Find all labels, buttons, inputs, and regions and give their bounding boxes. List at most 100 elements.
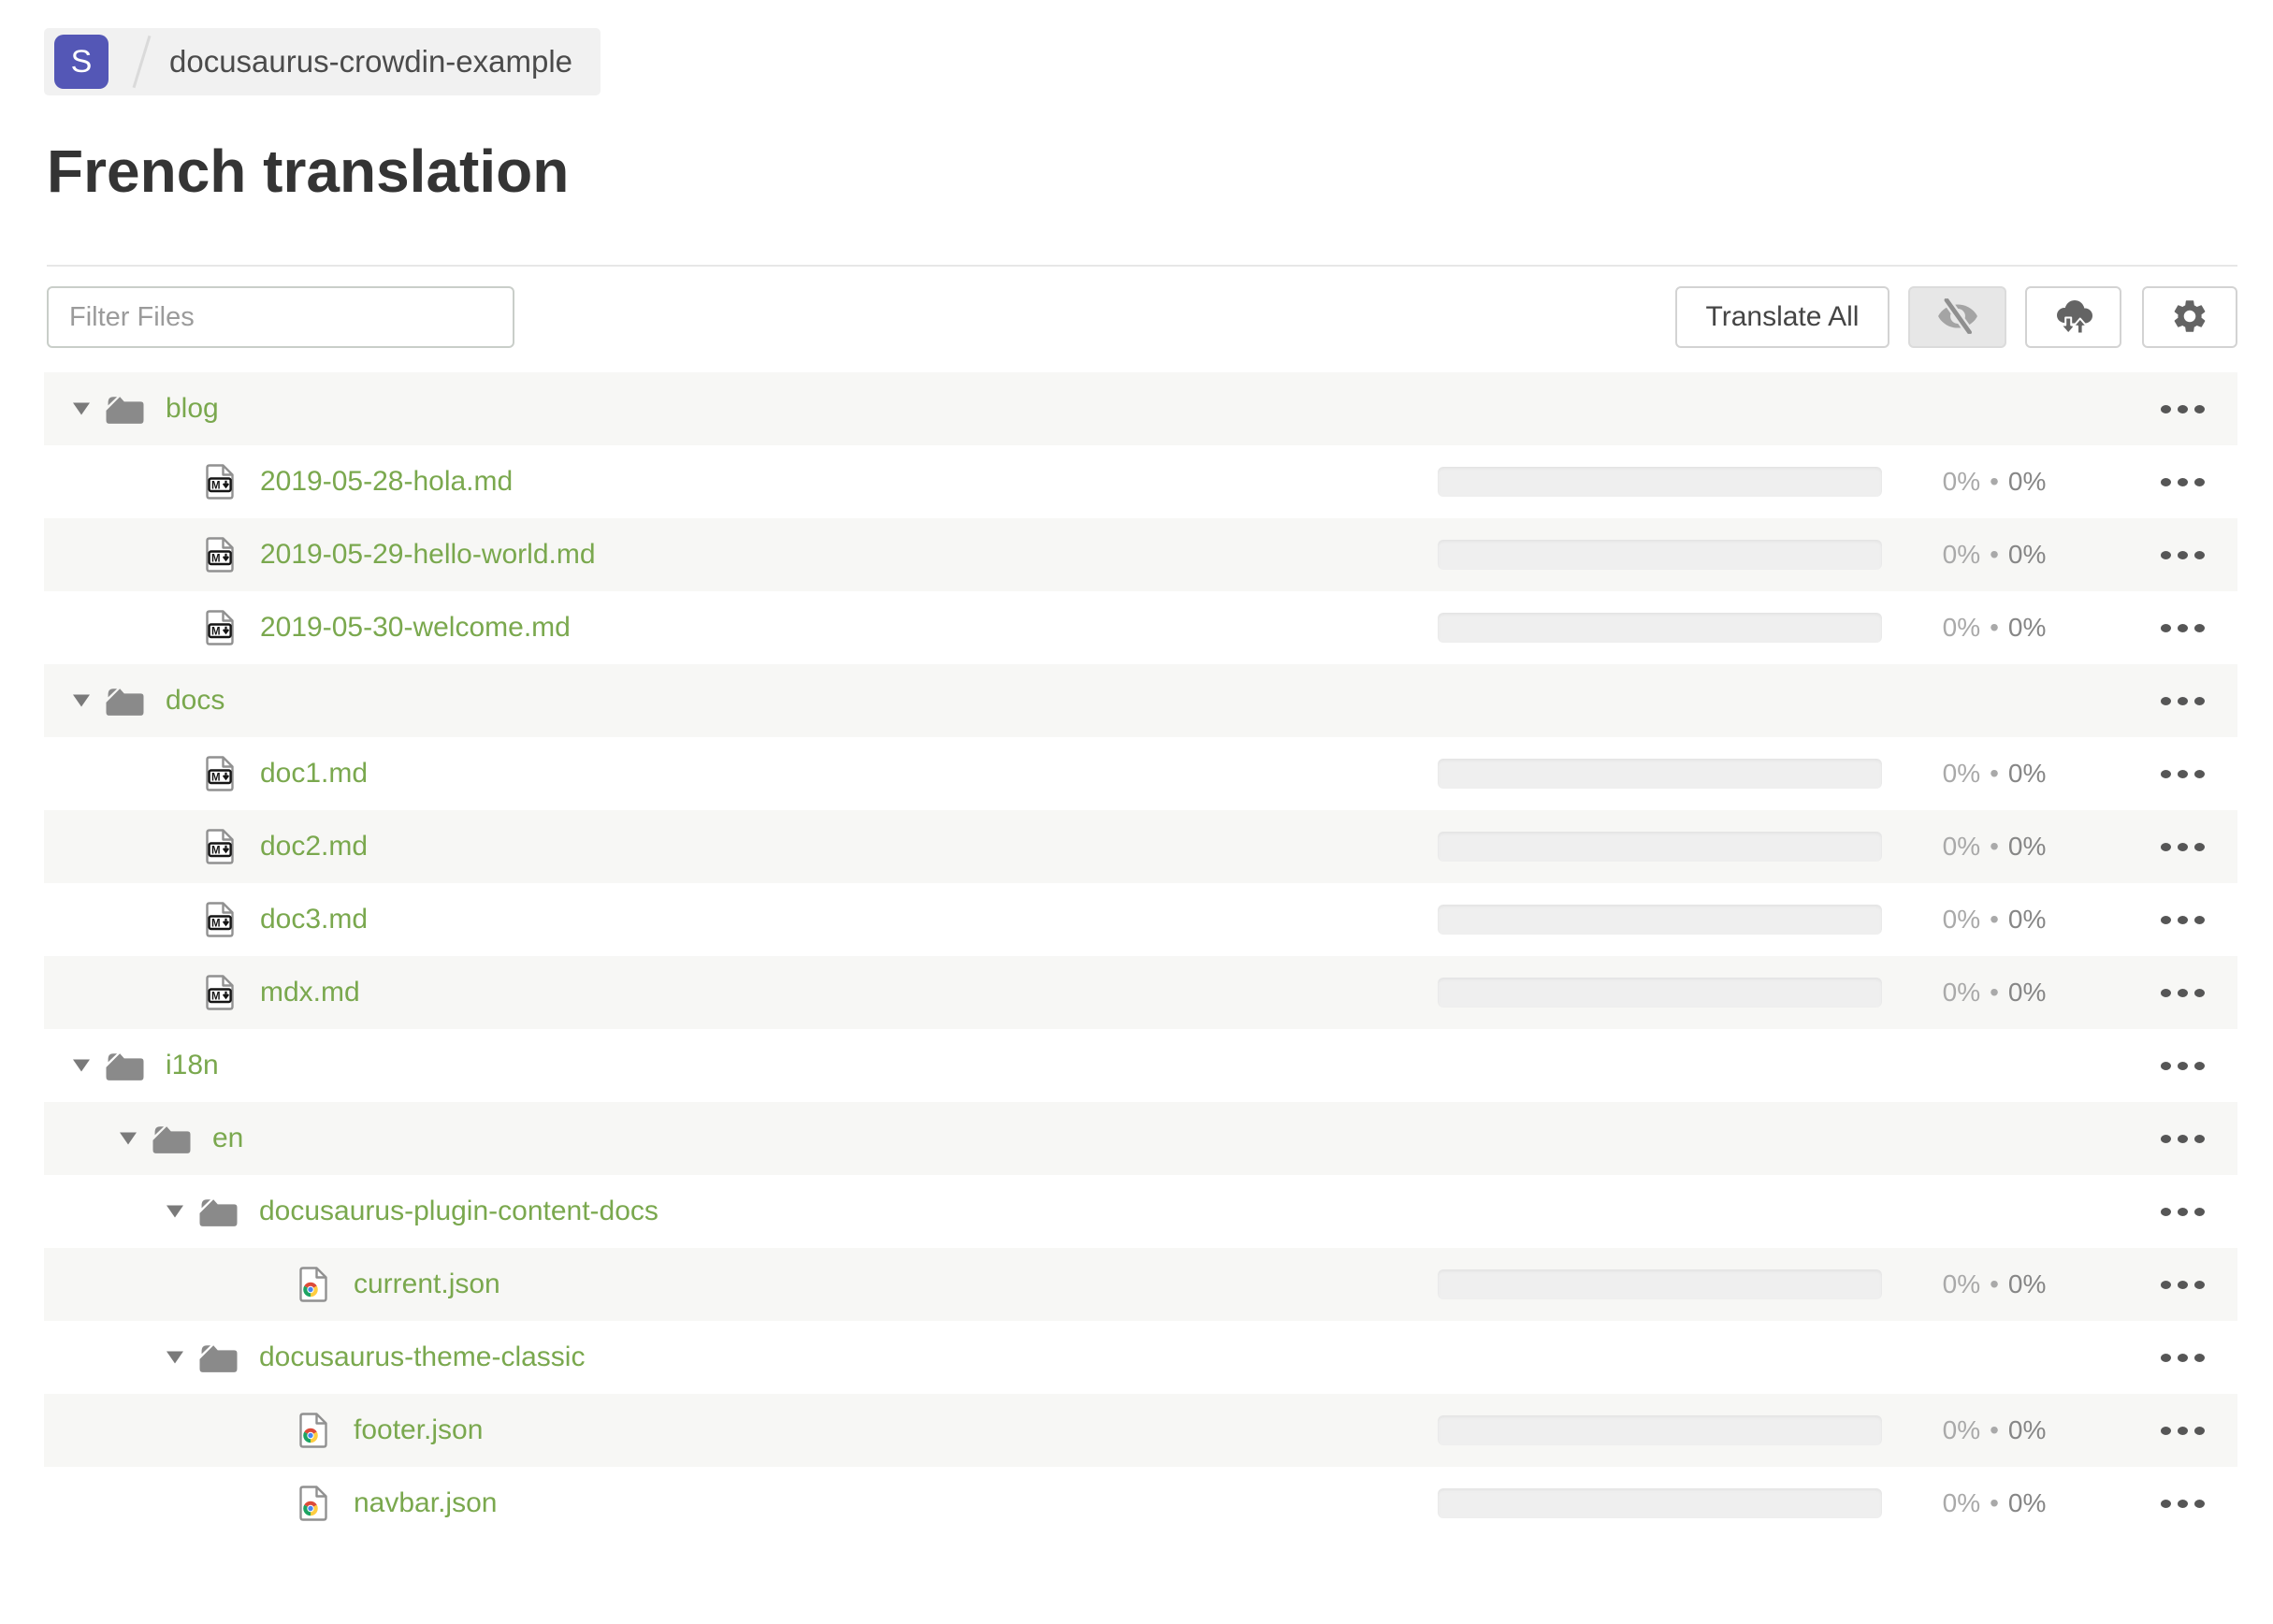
ellipsis-icon (2160, 1061, 2171, 1070)
progress-percentages: 0% • 0% (1915, 591, 2074, 664)
file-link-doc3.md[interactable]: doc3.md (260, 904, 368, 935)
translated-percent: 0% (1942, 832, 1981, 861)
progress-bar (1438, 832, 1882, 862)
folder-link-blog[interactable]: blog (166, 393, 219, 425)
organization-badge[interactable]: S (54, 35, 109, 89)
ellipsis-icon (2160, 1426, 2171, 1435)
json-file-icon (299, 1486, 327, 1521)
ellipsis-icon (2160, 404, 2171, 413)
file-link-footer.json[interactable]: footer.json (354, 1414, 483, 1446)
row-menu-button[interactable] (2153, 810, 2211, 883)
row-menu-button[interactable] (2153, 664, 2211, 737)
ellipsis-icon (2160, 1353, 2171, 1362)
translated-percent: 0% (1942, 1488, 1981, 1517)
row-menu-button[interactable] (2153, 883, 2211, 956)
translated-percent: 0% (1942, 905, 1981, 934)
ellipsis-icon (2160, 477, 2171, 486)
json-file-icon (299, 1413, 327, 1448)
row-menu-button[interactable] (2153, 737, 2211, 810)
folder-link-docs[interactable]: docs (166, 685, 224, 717)
tree-row-footer.json[interactable]: footer.json 0% • 0% (44, 1394, 2237, 1467)
markdown-file-icon (206, 610, 234, 645)
row-menu-button[interactable] (2153, 1321, 2211, 1394)
tree-row-blog[interactable]: blog (44, 372, 2237, 445)
progress-bar (1438, 759, 1882, 789)
percent-separator: • (1990, 613, 1999, 642)
row-menu-button[interactable] (2153, 518, 2211, 591)
tree-row-navbar.json[interactable]: navbar.json 0% • 0% (44, 1467, 2237, 1540)
row-menu-button[interactable] (2153, 372, 2211, 445)
tree-row-docusaurus-theme-classic[interactable]: docusaurus-theme-classic (44, 1321, 2237, 1394)
tree-row-doc2.md[interactable]: doc2.md 0% • 0% (44, 810, 2237, 883)
file-link-2019-05-29-hello-world.md[interactable]: 2019-05-29-hello-world.md (260, 539, 596, 571)
percent-separator: • (1990, 1415, 1999, 1444)
row-menu-button[interactable] (2153, 956, 2211, 1029)
approved-percent: 0% (2007, 832, 2047, 861)
tree-row-2019-05-30-welcome.md[interactable]: 2019-05-30-welcome.md 0% • 0% (44, 591, 2237, 664)
ellipsis-icon (2160, 550, 2171, 559)
folder-link-i18n[interactable]: i18n (166, 1050, 219, 1081)
file-link-mdx.md[interactable]: mdx.md (260, 977, 360, 1008)
row-menu-button[interactable] (2153, 1248, 2211, 1321)
toggle-hidden-files-button[interactable] (1908, 286, 2006, 348)
folder-icon (199, 1342, 238, 1373)
collapse-triangle-icon[interactable] (73, 1060, 90, 1072)
row-menu-button[interactable] (2153, 1102, 2211, 1175)
row-menu-button[interactable] (2153, 1029, 2211, 1102)
file-link-navbar.json[interactable]: navbar.json (354, 1487, 497, 1519)
tree-row-2019-05-29-hello-world.md[interactable]: 2019-05-29-hello-world.md 0% • 0% (44, 518, 2237, 591)
sync-files-button[interactable] (2025, 286, 2121, 348)
percent-separator: • (1990, 832, 1999, 861)
tree-row-doc1.md[interactable]: doc1.md 0% • 0% (44, 737, 2237, 810)
ellipsis-icon (2160, 769, 2171, 778)
markdown-file-icon (206, 464, 234, 500)
file-link-2019-05-28-hola.md[interactable]: 2019-05-28-hola.md (260, 466, 513, 498)
markdown-file-icon (206, 902, 234, 937)
row-menu-button[interactable] (2153, 1175, 2211, 1248)
translated-percent: 0% (1942, 759, 1981, 788)
folder-link-en[interactable]: en (212, 1123, 243, 1154)
collapse-triangle-icon[interactable] (166, 1206, 183, 1218)
file-link-doc1.md[interactable]: doc1.md (260, 758, 368, 790)
ellipsis-icon (2160, 1134, 2171, 1143)
toolbar: Translate All (0, 286, 2273, 348)
tree-row-doc3.md[interactable]: doc3.md 0% • 0% (44, 883, 2237, 956)
progress-bar (1438, 1415, 1882, 1445)
row-menu-button[interactable] (2153, 445, 2211, 518)
approved-percent: 0% (2007, 1415, 2047, 1444)
row-menu-button[interactable] (2153, 1394, 2211, 1467)
percent-separator: • (1990, 759, 1999, 788)
collapse-triangle-icon[interactable] (73, 695, 90, 707)
markdown-file-icon (206, 537, 234, 573)
folder-icon (152, 1124, 191, 1154)
collapse-triangle-icon[interactable] (166, 1352, 183, 1364)
translate-all-button[interactable]: Translate All (1675, 286, 1889, 348)
breadcrumb-separator (132, 35, 152, 89)
breadcrumb-project-link[interactable]: docusaurus-crowdin-example (169, 44, 572, 80)
tree-row-current.json[interactable]: current.json 0% • 0% (44, 1248, 2237, 1321)
collapse-triangle-icon[interactable] (120, 1133, 137, 1145)
row-menu-button[interactable] (2153, 591, 2211, 664)
tree-row-docs[interactable]: docs (44, 664, 2237, 737)
progress-bar (1438, 905, 1882, 935)
collapse-triangle-icon[interactable] (73, 403, 90, 415)
tree-row-mdx.md[interactable]: mdx.md 0% • 0% (44, 956, 2237, 1029)
file-link-current.json[interactable]: current.json (354, 1269, 500, 1300)
folder-link-docusaurus-theme-classic[interactable]: docusaurus-theme-classic (259, 1341, 585, 1373)
progress-percentages: 0% • 0% (1915, 737, 2074, 810)
tree-row-en[interactable]: en (44, 1102, 2237, 1175)
approved-percent: 0% (2007, 1488, 2047, 1517)
filter-files-input[interactable] (47, 286, 514, 348)
tree-row-2019-05-28-hola.md[interactable]: 2019-05-28-hola.md 0% • 0% (44, 445, 2237, 518)
breadcrumb: S docusaurus-crowdin-example (44, 28, 601, 95)
file-tree: blog 2019-05-28-hola.md 0% • 0% 2019-05-… (44, 372, 2237, 1540)
approved-percent: 0% (2007, 978, 2047, 1007)
tree-row-docusaurus-plugin-content-docs[interactable]: docusaurus-plugin-content-docs (44, 1175, 2237, 1248)
row-menu-button[interactable] (2153, 1467, 2211, 1540)
folder-link-docusaurus-plugin-content-docs[interactable]: docusaurus-plugin-content-docs (259, 1196, 659, 1227)
ellipsis-icon (2160, 1280, 2171, 1289)
file-link-2019-05-30-welcome.md[interactable]: 2019-05-30-welcome.md (260, 612, 571, 644)
tree-row-i18n[interactable]: i18n (44, 1029, 2237, 1102)
settings-button[interactable] (2142, 286, 2237, 348)
file-link-doc2.md[interactable]: doc2.md (260, 831, 368, 863)
